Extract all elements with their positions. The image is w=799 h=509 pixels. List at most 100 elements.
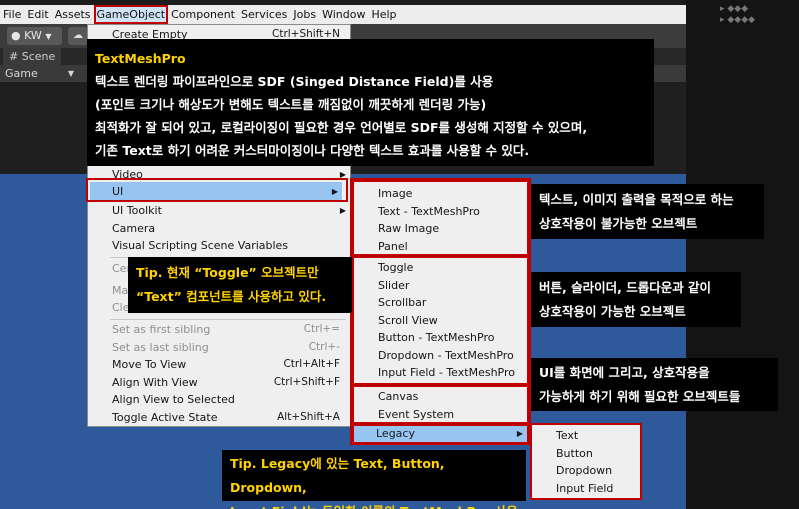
textmeshpro-annotation: TextMeshPro 텍스트 렌더링 파이프라인으로 SDF (Singed …	[87, 39, 654, 166]
legacy-item-button[interactable]: Button	[556, 445, 593, 463]
submenu-arrow-icon: ▶	[516, 429, 523, 438]
display-group-annotation: 텍스트, 이미지 출력을 목적으로 하는 상호작용이 불가능한 오브젝트	[531, 184, 764, 239]
legacy-item-text[interactable]: Text	[556, 427, 578, 445]
menu-item-align-with-view[interactable]: Align With View Ctrl+Shift+F	[88, 374, 350, 392]
annotation-line: Tip. 현재 “Toggle” 오브젝트만	[136, 261, 344, 285]
menu-item-label: Align View to Selected	[112, 393, 235, 406]
menu-item-label: UI Toolkit	[112, 204, 162, 217]
submenu-item-text-tmp[interactable]: Text - TextMeshPro	[378, 203, 480, 221]
menu-item-label: Camera	[112, 222, 156, 235]
menu-bar: File Edit Assets GameObject Component Se…	[0, 5, 686, 24]
game-view-dropdown[interactable]: Game ▼	[2, 66, 78, 81]
menu-item-set-last-sibling: Set as last sibling Ctrl+-	[88, 339, 350, 357]
submenu-item-scroll-view[interactable]: Scroll View	[378, 312, 438, 330]
menu-item-visual-scripting[interactable]: Visual Scripting Scene Variables	[88, 237, 350, 255]
toggle-tip-annotation: Tip. 현재 “Toggle” 오브젝트만 “Text” 컴포넌트를 사용하고…	[128, 257, 352, 313]
submenu-item-raw-image[interactable]: Raw Image	[378, 220, 439, 238]
menu-item-set-first-sibling: Set as first sibling Ctrl+=	[88, 321, 350, 339]
menu-item-align-view-to-selected[interactable]: Align View to Selected	[88, 391, 350, 409]
ui-group-display: Image Text - TextMeshPro Raw Image Panel	[352, 180, 529, 256]
menu-help[interactable]: Help	[368, 5, 399, 24]
menu-file[interactable]: File	[0, 5, 24, 24]
legacy-submenu: Text Button Dropdown Input Field	[530, 423, 642, 500]
annotation-line: 버튼, 슬라이더, 드롭다운과 같이	[539, 280, 712, 295]
submenu-arrow-icon: ▶	[339, 206, 346, 215]
tip-label: Tip.	[136, 265, 163, 280]
ui-group-system: Canvas Event System	[352, 385, 529, 424]
menu-item-ui-toolkit[interactable]: UI Toolkit ▶	[88, 202, 350, 220]
shortcut-label: Ctrl+Alt+F	[283, 358, 340, 370]
account-dropdown[interactable]: ● KW ▼	[7, 27, 62, 45]
annotation-line: Tip. Legacy에 있는 Text, Button, Dropdown,	[230, 452, 518, 500]
submenu-item-event-system[interactable]: Event System	[378, 406, 454, 424]
annotation-title: TextMeshPro	[95, 51, 186, 66]
menu-item-label: Ma	[112, 284, 129, 297]
grid-icon: #	[9, 50, 19, 63]
legacy-tip-annotation: Tip. Legacy에 있는 Text, Button, Dropdown, …	[222, 450, 526, 509]
menu-edit[interactable]: Edit	[24, 5, 51, 24]
submenu-item-slider[interactable]: Slider	[378, 277, 409, 295]
annotation-line: 가능하게 하기 위해 필요한 오브젝트들	[539, 389, 741, 404]
menu-item-toggle-active-state[interactable]: Toggle Active State Alt+Shift+A	[88, 409, 350, 427]
tip-label: Tip.	[230, 456, 257, 471]
legacy-item-input-field[interactable]: Input Field	[556, 480, 613, 498]
system-group-annotation: UI를 화면에 그리고, 상호작용을 가능하게 하기 위해 필요한 오브젝트들	[531, 358, 778, 411]
menu-item-label: Align With View	[112, 376, 198, 389]
menu-item-label: Toggle Active State	[112, 411, 218, 424]
chevron-down-icon: ▼	[67, 69, 74, 78]
menu-services[interactable]: Services	[238, 5, 290, 24]
legacy-item-dropdown[interactable]: Dropdown	[556, 462, 612, 480]
menu-separator	[110, 319, 346, 320]
cloud-icon[interactable]: ☁	[68, 27, 88, 45]
menu-item-label: Cle	[112, 301, 130, 314]
shortcut-label: Ctrl+Shift+F	[273, 376, 340, 388]
shortcut-label: Ctrl+=	[303, 323, 340, 335]
menu-item-label: Set as last sibling	[112, 341, 209, 354]
menu-item-label: Set as first sibling	[112, 323, 211, 336]
tab-scene-label: Scene	[21, 50, 56, 63]
game-view-label: Game	[5, 67, 38, 80]
hierarchy-panel: ▸ ◆◆◆ ▸ ◆◆◆◆	[686, 0, 799, 509]
submenu-item-scrollbar[interactable]: Scrollbar	[378, 294, 426, 312]
annotation-line: 기존 Text로 하기 어려운 커스터마이징이나 다양한 텍스트 효과를 사용할…	[95, 143, 530, 158]
submenu-item-image[interactable]: Image	[378, 185, 412, 203]
submenu-item-legacy[interactable]: Legacy ▶	[352, 424, 529, 444]
submenu-item-dropdown-tmp[interactable]: Dropdown - TextMeshPro	[378, 347, 514, 365]
user-icon: ●	[11, 29, 21, 42]
menu-jobs[interactable]: Jobs	[290, 5, 319, 24]
annotation-line: UI를 화면에 그리고, 상호작용을	[539, 365, 710, 380]
hierarchy-faded-text: ▸ ◆◆◆	[720, 4, 749, 14]
ui-item-highlight-frame	[86, 178, 348, 202]
annotation-line: 최적화가 잘 되어 있고, 로컬라이징이 필요한 경우 언어별로 SDF를 생성…	[95, 120, 588, 135]
annotation-line: 상호작용이 불가능한 오브젝트	[539, 216, 698, 231]
annotation-text: Legacy에 있는 Text, Button, Dropdown,	[230, 456, 445, 495]
submenu-item-canvas[interactable]: Canvas	[378, 388, 418, 406]
ui-submenu: Image Text - TextMeshPro Raw Image Panel…	[350, 178, 531, 445]
submenu-item-input-field-tmp[interactable]: Input Field - TextMeshPro	[378, 364, 515, 382]
submenu-item-toggle[interactable]: Toggle	[378, 259, 413, 277]
annotation-line: 상호작용이 가능한 오브젝트	[539, 304, 686, 319]
annotation-line: (포인트 크기나 해상도가 변해도 텍스트를 깨짐없이 깨끗하게 렌더링 가능)	[95, 97, 487, 112]
chevron-down-icon: ▼	[45, 32, 52, 41]
shortcut-label: Alt+Shift+A	[277, 411, 340, 423]
interactive-group-annotation: 버튼, 슬라이더, 드롭다운과 같이 상호작용이 가능한 오브젝트	[531, 272, 741, 327]
menu-assets[interactable]: Assets	[52, 5, 94, 24]
hierarchy-faded-text: ▸ ◆◆◆◆	[720, 15, 756, 25]
menu-item-label: Visual Scripting Scene Variables	[112, 239, 289, 252]
tab-scene[interactable]: # Scene	[3, 48, 62, 65]
shortcut-label: Ctrl+-	[308, 341, 340, 353]
menu-item-camera[interactable]: Camera	[88, 220, 350, 238]
menu-item-label: Move To View	[112, 358, 187, 371]
menu-component[interactable]: Component	[168, 5, 238, 24]
annotation-text: 현재 “Toggle” 오브젝트만	[162, 265, 319, 280]
submenu-item-button-tmp[interactable]: Button - TextMeshPro	[378, 329, 494, 347]
account-label: KW	[24, 29, 42, 42]
annotation-line: “Text” 컴포넌트를 사용하고 있다.	[136, 289, 327, 304]
menu-window[interactable]: Window	[319, 5, 368, 24]
annotation-line: 텍스트 렌더링 파이프라인으로 SDF (Singed Distance Fie…	[95, 74, 494, 89]
menu-item-label: Legacy	[376, 427, 415, 440]
submenu-item-panel[interactable]: Panel	[378, 238, 408, 256]
menu-gameobject[interactable]: GameObject	[93, 5, 169, 24]
annotation-line: 텍스트, 이미지 출력을 목적으로 하는	[539, 192, 734, 207]
menu-item-move-to-view[interactable]: Move To View Ctrl+Alt+F	[88, 356, 350, 374]
